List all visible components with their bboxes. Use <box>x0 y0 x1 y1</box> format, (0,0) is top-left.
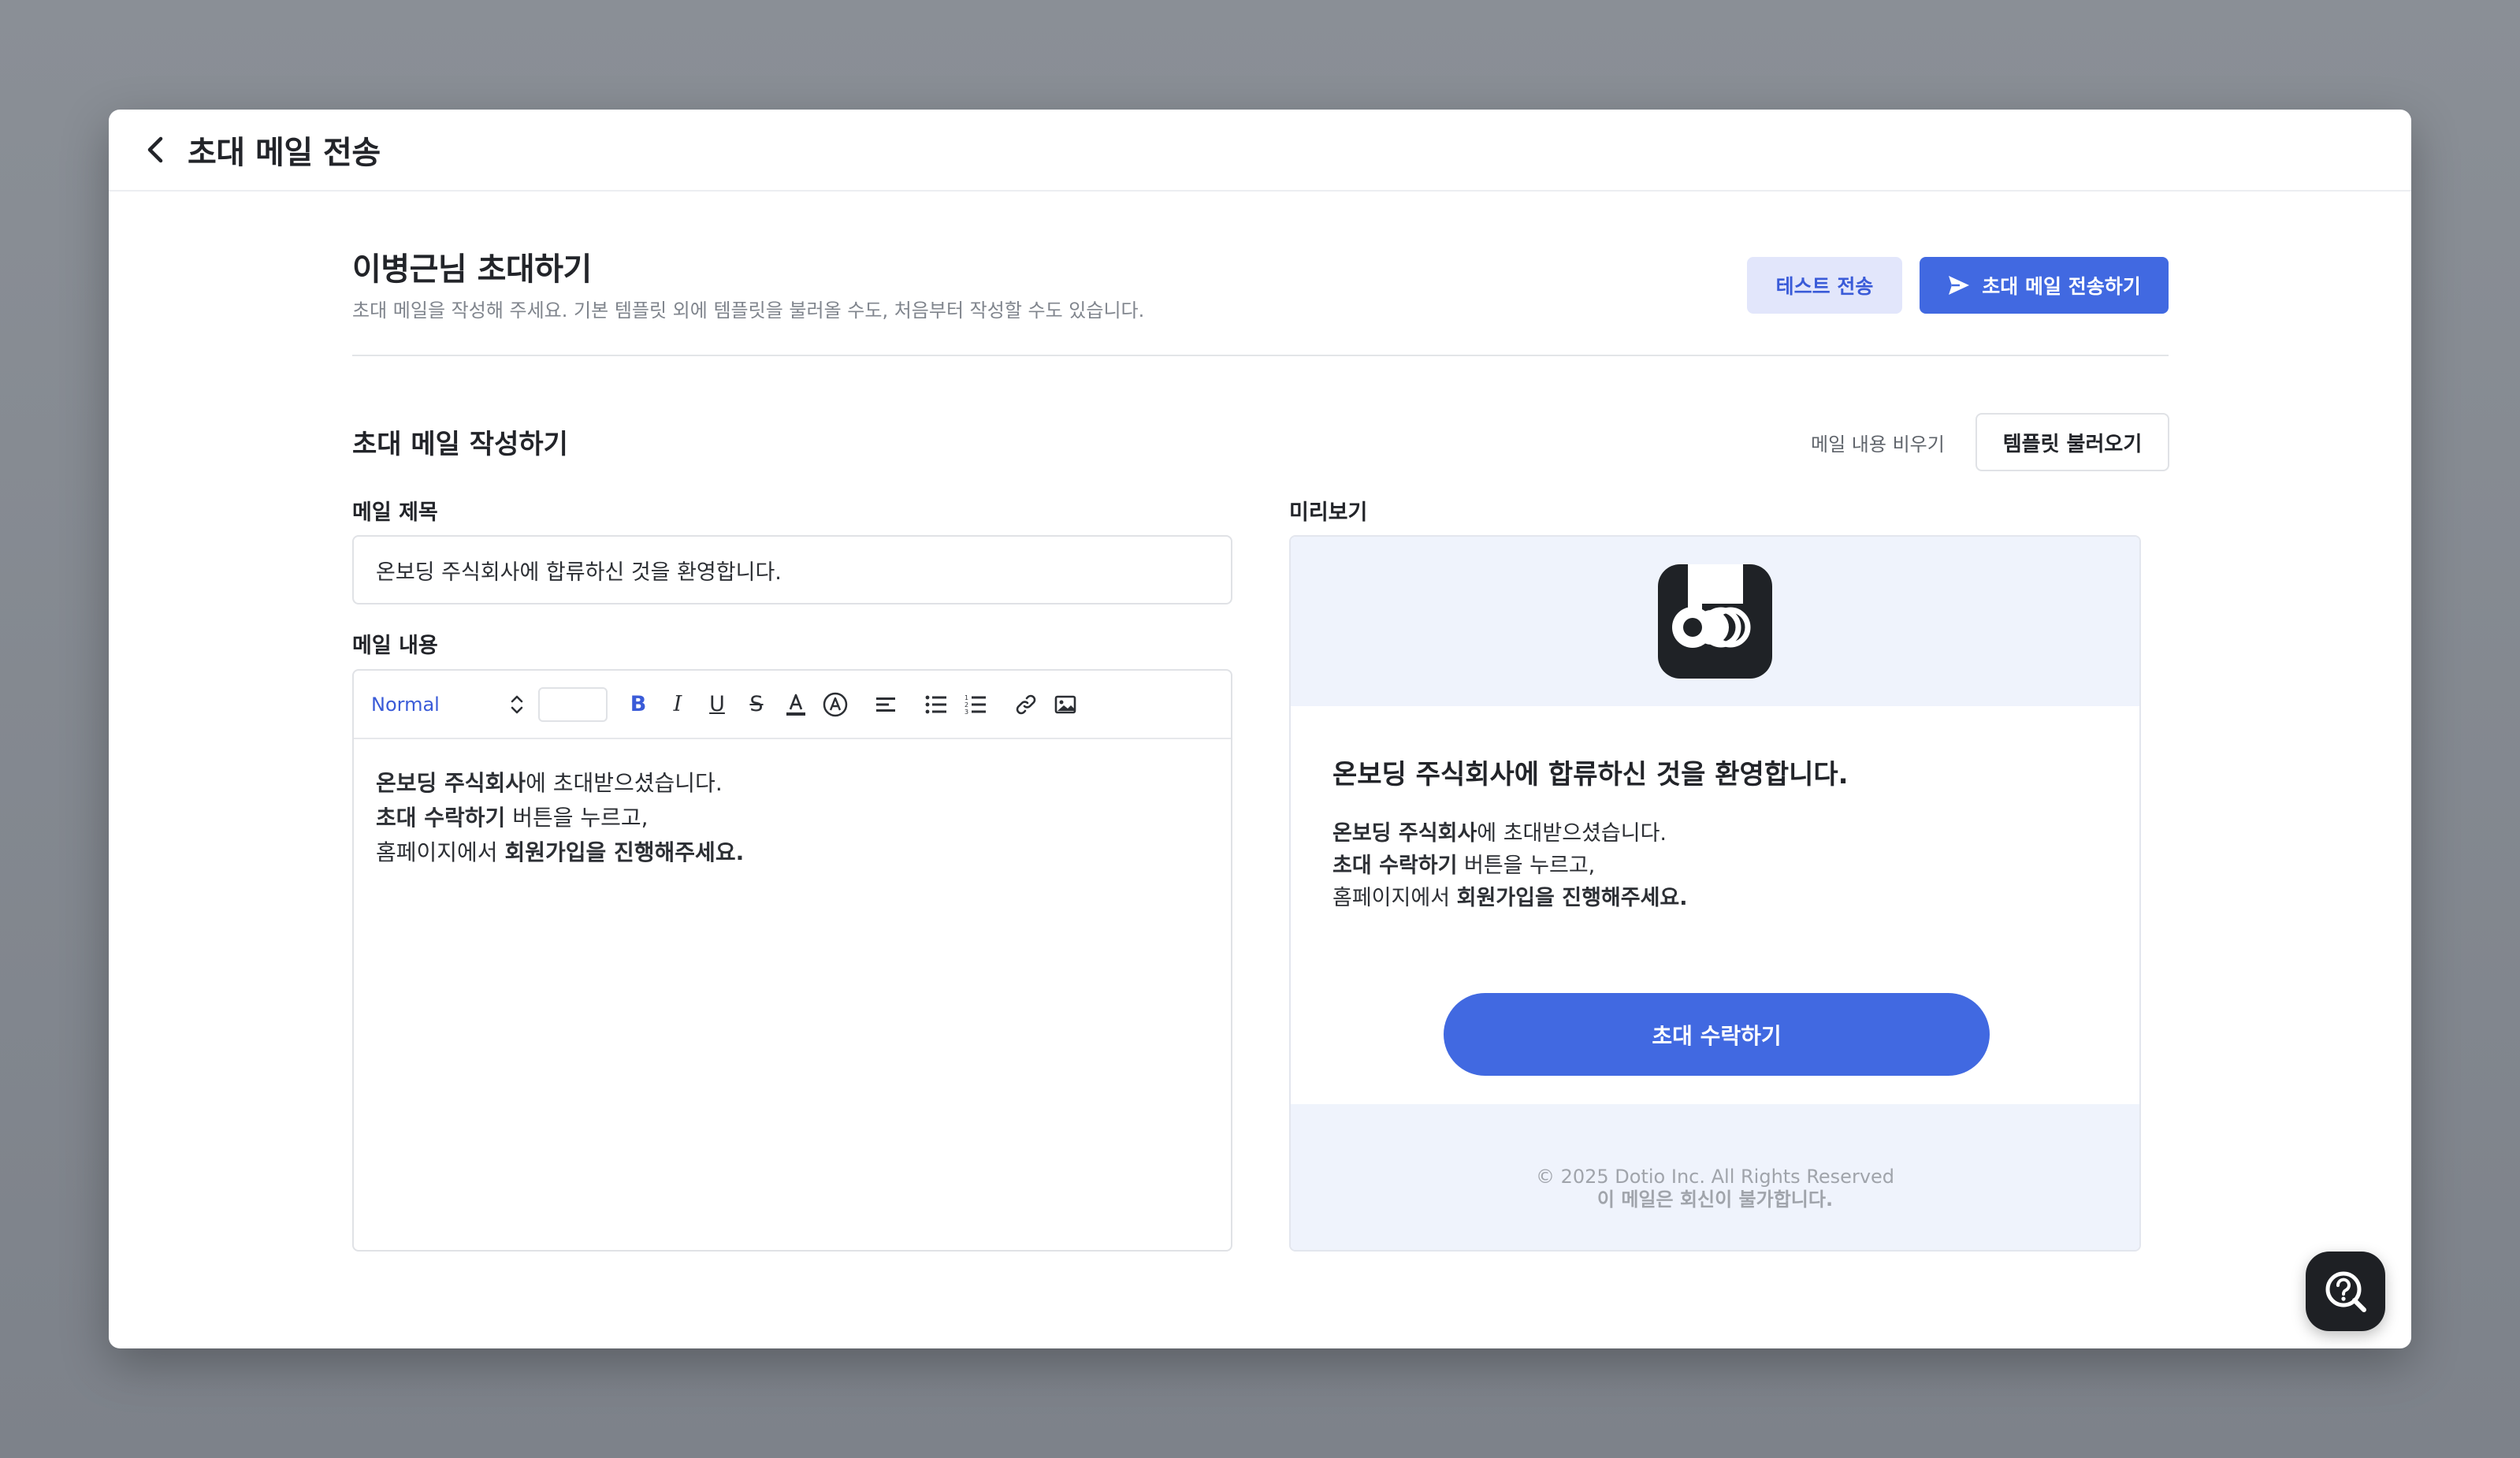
font-size-input[interactable] <box>538 686 608 722</box>
subject-input[interactable] <box>352 535 1232 604</box>
email-preview: 온보딩 주식회사에 합류하신 것을 환영합니다. 온보딩 주식회사에 초대받으셨… <box>1289 535 2141 1252</box>
body-line: 초대 수락하기 버튼을 누르고, <box>376 805 649 831</box>
format-select[interactable]: Normal <box>371 687 529 722</box>
body-label: 메일 내용 <box>352 634 438 658</box>
svg-text:3: 3 <box>965 709 968 716</box>
preview-line: 홈페이지에서 회원가입을 진행해주세요. <box>1332 886 1688 910</box>
link-icon[interactable] <box>1006 687 1046 722</box>
numbered-list-icon[interactable]: 1 2 3 <box>956 687 995 722</box>
modal-content: 이병근님 초대하기 초대 메일을 작성해 주세요. 기본 템플릿 외에 템플릿을… <box>0 0 2520 1458</box>
preview-header <box>1291 537 2139 706</box>
compose-section-title: 초대 메일 작성하기 <box>352 429 568 460</box>
send-icon <box>1949 276 1970 295</box>
subject-label: 메일 제목 <box>352 500 438 525</box>
invite-description: 초대 메일을 작성해 주세요. 기본 템플릿 외에 템플릿을 불러올 수도, 처… <box>352 299 1145 322</box>
brand-logo <box>1658 564 1772 679</box>
divider <box>352 355 2169 356</box>
test-send-button[interactable]: 테스트 전송 <box>1747 257 1902 314</box>
text-color-icon[interactable] <box>776 687 816 722</box>
svg-text:2: 2 <box>965 701 968 709</box>
preview-title: 온보딩 주식회사에 합류하신 것을 환영합니다. <box>1332 759 1849 790</box>
highlight-color-icon[interactable] <box>816 687 855 722</box>
load-template-button[interactable]: 템플릿 불러오기 <box>1975 413 2169 471</box>
preview-footer: © 2025 Dotio Inc. All Rights Reserved 이 … <box>1291 1104 2139 1250</box>
editor-content[interactable]: 온보딩 주식회사에 초대받으셨습니다. 초대 수락하기 버튼을 누르고, 홈페이… <box>354 739 1231 897</box>
bold-icon[interactable]: B <box>619 687 658 722</box>
copyright-text: © 2025 Dotio Inc. All Rights Reserved <box>1535 1166 1895 1188</box>
up-down-icon <box>511 695 523 713</box>
preview-body: 온보딩 주식회사에 초대받으셨습니다. 초대 수락하기 버튼을 누르고, 홈페이… <box>1332 817 1688 914</box>
align-icon[interactable] <box>866 687 905 722</box>
underline-icon[interactable]: U <box>697 687 737 722</box>
send-invite-button[interactable]: 초대 메일 전송하기 <box>1920 257 2169 314</box>
help-search-icon <box>2325 1271 2366 1312</box>
help-button[interactable] <box>2306 1252 2385 1331</box>
no-reply-notice: 이 메일은 회신이 불가합니다. <box>1596 1188 1834 1211</box>
svg-text:1: 1 <box>965 694 968 701</box>
preview-line: 온보딩 주식회사에 초대받으셨습니다. <box>1332 821 1667 846</box>
editor-toolbar: Normal B I U S 1 2 3 <box>354 671 1231 739</box>
body-line: 홈페이지에서 회원가입을 진행해주세요. <box>376 839 745 865</box>
italic-icon[interactable]: I <box>658 687 697 722</box>
invite-title: 이병근님 초대하기 <box>352 251 592 288</box>
accept-invite-button[interactable]: 초대 수락하기 <box>1444 993 1990 1076</box>
format-select-value: Normal <box>371 693 440 716</box>
strikethrough-icon[interactable]: S <box>737 687 776 722</box>
image-icon[interactable] <box>1046 687 1085 722</box>
bullet-list-icon[interactable] <box>916 687 956 722</box>
send-invite-label: 초대 메일 전송하기 <box>1982 275 2141 298</box>
body-line: 온보딩 주식회사에 초대받으셨습니다. <box>376 770 723 796</box>
clear-content-link[interactable]: 메일 내용 비우기 <box>1811 429 1945 456</box>
preview-label: 미리보기 <box>1289 500 1368 525</box>
mail-body-editor: Normal B I U S 1 2 3 온보딩 주식회사에 초대받으셨습니다.… <box>352 669 1232 1252</box>
preview-line: 초대 수락하기 버튼을 누르고, <box>1332 854 1596 878</box>
